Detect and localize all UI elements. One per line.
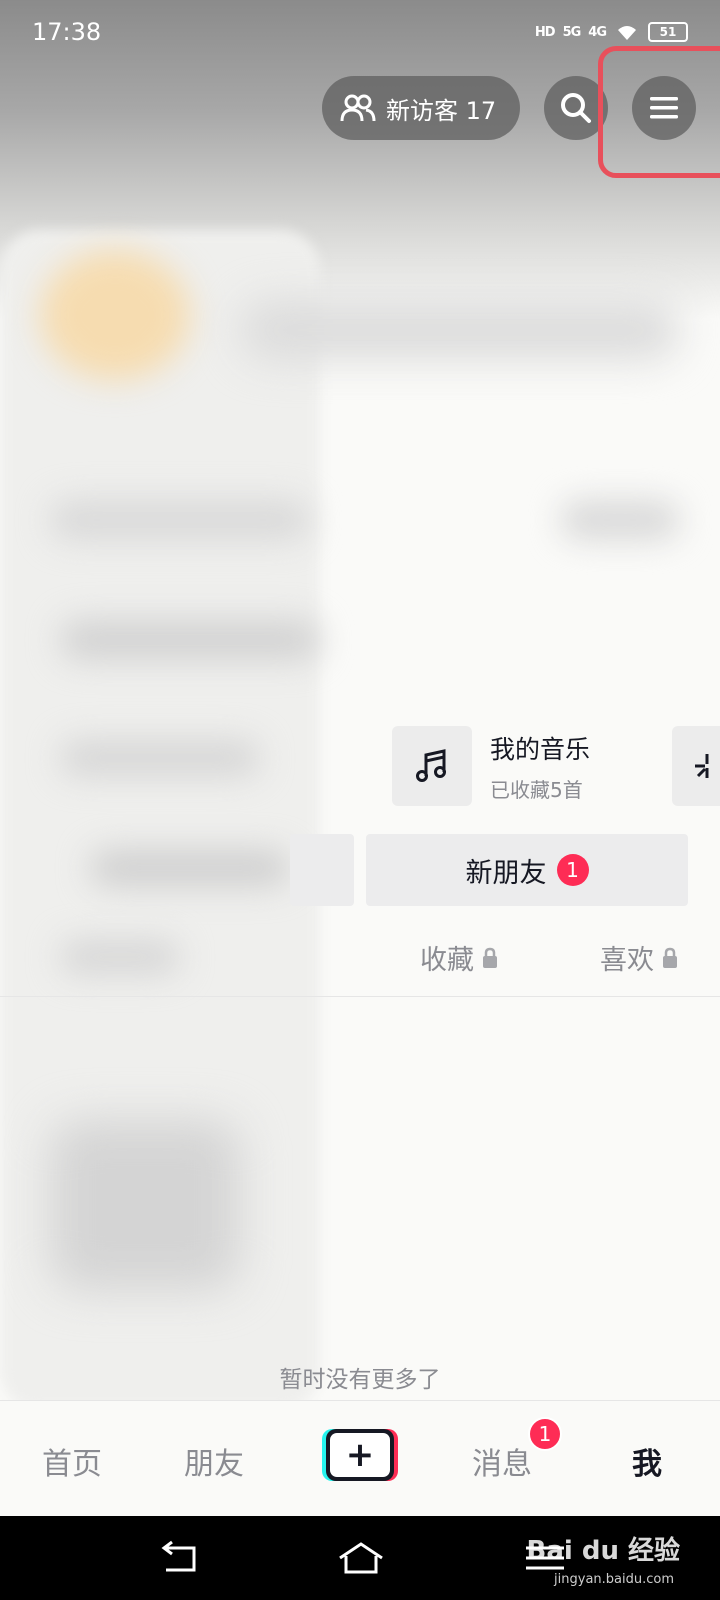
music-note-icon — [416, 749, 446, 782]
music-icon-box — [392, 726, 472, 806]
tab-home[interactable]: 首页 — [42, 1439, 102, 1483]
blurred-profile-text — [50, 500, 310, 540]
tab-divider — [0, 996, 720, 997]
my-music-card[interactable]: 我的音乐 已收藏5首 — [392, 726, 672, 806]
search-icon — [561, 93, 591, 123]
status-icons: HD 5G 4G 51 — [535, 22, 688, 42]
tab-likes[interactable]: 喜欢 — [600, 938, 678, 977]
status-time: 17:38 — [32, 18, 102, 46]
new-friends-button[interactable]: 新朋友 1 — [366, 834, 688, 906]
tab-favorites[interactable]: 收藏 — [420, 938, 498, 977]
sparkle-icon — [695, 754, 709, 778]
new-visitors-label: 新访客 17 — [386, 96, 497, 125]
my-music-title: 我的音乐 — [490, 734, 591, 764]
tab-me[interactable]: 我 — [632, 1439, 662, 1483]
tab-likes-label: 喜欢 — [600, 945, 654, 976]
messages-badge: 1 — [528, 1417, 562, 1451]
extra-card[interactable] — [672, 726, 720, 806]
users-icon — [340, 94, 376, 122]
watermark-brand: Bai du 经验 — [526, 1536, 681, 1566]
blurred-stats — [240, 300, 680, 360]
back-icon[interactable] — [156, 1540, 206, 1576]
4g-signal-icon: 4G — [588, 24, 607, 40]
blurred-avatar — [40, 250, 190, 380]
new-friends-badge: 1 — [556, 854, 589, 886]
wifi-icon — [618, 26, 636, 40]
blurred-profile-text — [50, 1120, 240, 1290]
5g-signal-icon: 5G — [562, 24, 582, 40]
blurred-profile-text — [560, 500, 680, 540]
new-friends-label: 新朋友 — [465, 857, 547, 889]
lock-icon — [483, 947, 497, 968]
create-post-button[interactable]: + — [322, 1429, 398, 1481]
battery-indicator: 51 — [648, 22, 688, 42]
tab-messages[interactable]: 消息 — [472, 1439, 532, 1483]
blurred-profile-text — [60, 620, 320, 660]
my-music-subtitle: 已收藏5首 — [490, 777, 583, 802]
hd-signal-icon: HD — [534, 24, 556, 40]
blurred-profile-text — [60, 740, 260, 776]
plus-icon: + — [330, 1433, 390, 1477]
lock-icon — [663, 947, 677, 968]
watermark-url: jingyan.baidu.com — [554, 1572, 674, 1587]
new-visitors-button[interactable]: 新访客 17 — [322, 76, 520, 140]
blurred-profile-text — [60, 940, 180, 974]
blurred-profile-text — [90, 850, 290, 886]
tab-friends[interactable]: 朋友 — [184, 1439, 244, 1483]
home-icon[interactable] — [336, 1540, 386, 1576]
edit-profile-button[interactable] — [290, 834, 354, 906]
tab-favorites-label: 收藏 — [420, 945, 474, 976]
bottom-tab-bar: 首页 朋友 + 消息 1 我 — [0, 1400, 720, 1516]
menu-highlight-annotation — [598, 46, 720, 178]
empty-list-text: 暂时没有更多了 — [279, 1367, 441, 1393]
